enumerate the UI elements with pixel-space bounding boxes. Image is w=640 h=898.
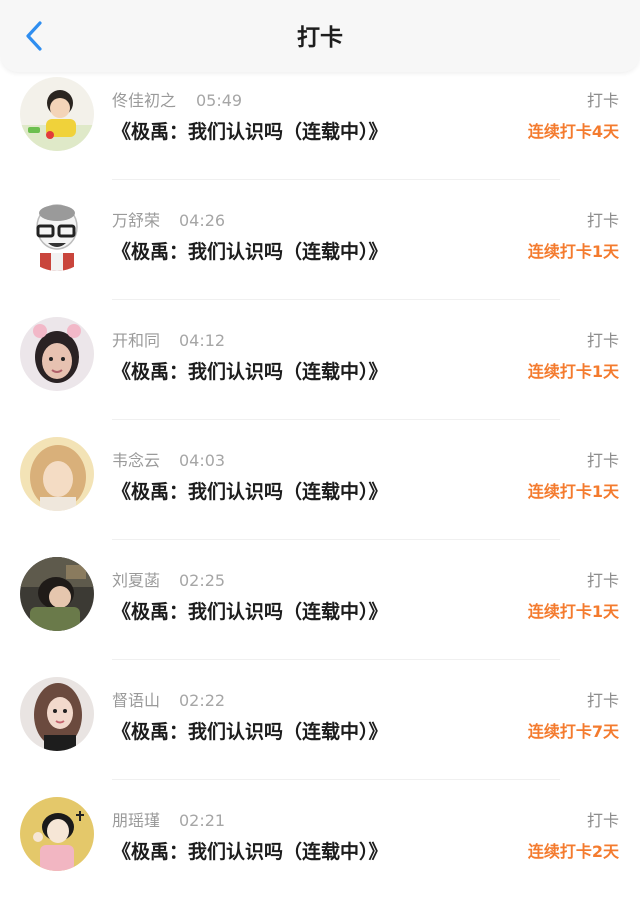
- action-label: 打卡: [586, 331, 619, 350]
- top-nav-bar: 打卡: [0, 0, 640, 72]
- streak-label: 连续打卡2天: [527, 842, 619, 861]
- action-label: 打卡: [586, 811, 619, 830]
- user-name: 韦念云: [112, 451, 161, 470]
- action-label: 打卡: [586, 571, 619, 590]
- user-name: 刘夏菡: [112, 571, 161, 590]
- book-title[interactable]: 《极禹：我们认识吗（连载中）》: [112, 598, 388, 626]
- action-label: 打卡: [586, 691, 619, 710]
- avatar[interactable]: [20, 77, 94, 151]
- checkin-time: 02:25: [179, 571, 226, 590]
- book-title[interactable]: 《极禹：我们认识吗（连载中）》: [112, 718, 388, 746]
- book-title[interactable]: 《极禹：我们认识吗（连载中）》: [112, 478, 388, 506]
- checkin-page: 打卡 佟佳初之 05:49 《极禹：我们认识吗（连载中）》 打卡 连续打卡4天: [0, 0, 640, 898]
- action-label: 打卡: [586, 451, 619, 470]
- streak-label: 连续打卡1天: [527, 482, 619, 501]
- action-label: 打卡: [586, 91, 619, 110]
- checkin-time: 04:12: [179, 331, 226, 350]
- book-title[interactable]: 《极禹：我们认识吗（连载中）》: [112, 838, 388, 866]
- user-name: 督语山: [112, 691, 161, 710]
- page-title: 打卡: [297, 25, 343, 51]
- checkin-time: 02:21: [179, 811, 226, 830]
- checkin-time: 04:26: [179, 211, 226, 230]
- checkin-time: 05:49: [196, 91, 243, 110]
- book-title[interactable]: 《极禹：我们认识吗（连载中）》: [112, 118, 388, 146]
- checkin-list: 佟佳初之 05:49 《极禹：我们认识吗（连载中）》 打卡 连续打卡4天 万舒荣…: [0, 60, 640, 898]
- list-item[interactable]: 刘夏菡 02:25 《极禹：我们认识吗（连载中）》 打卡 连续打卡1天: [0, 540, 640, 660]
- checkin-time: 02:22: [179, 691, 226, 710]
- avatar[interactable]: [20, 197, 94, 271]
- user-name: 佟佳初之: [112, 91, 177, 110]
- avatar[interactable]: [20, 317, 94, 391]
- streak-label: 连续打卡7天: [527, 722, 619, 741]
- user-name: 朋瑶瑾: [112, 811, 161, 830]
- streak-label: 连续打卡1天: [527, 242, 619, 261]
- list-item[interactable]: 朋瑶瑾 02:21 《极禹：我们认识吗（连载中）》 打卡 连续打卡2天: [0, 780, 640, 898]
- book-title[interactable]: 《极禹：我们认识吗（连载中）》: [112, 238, 388, 266]
- checkin-time: 04:03: [179, 451, 226, 470]
- avatar[interactable]: [20, 797, 94, 871]
- list-item[interactable]: 万舒荣 04:26 《极禹：我们认识吗（连载中）》 打卡 连续打卡1天: [0, 180, 640, 300]
- user-name: 开和同: [112, 331, 161, 350]
- user-name: 万舒荣: [112, 211, 161, 230]
- streak-label: 连续打卡4天: [527, 122, 619, 141]
- streak-label: 连续打卡1天: [527, 602, 619, 621]
- list-item[interactable]: 韦念云 04:03 《极禹：我们认识吗（连载中）》 打卡 连续打卡1天: [0, 420, 640, 540]
- list-item[interactable]: 佟佳初之 05:49 《极禹：我们认识吗（连载中）》 打卡 连续打卡4天: [0, 60, 640, 180]
- book-title[interactable]: 《极禹：我们认识吗（连载中）》: [112, 358, 388, 386]
- list-item[interactable]: 开和同 04:12 《极禹：我们认识吗（连载中）》 打卡 连续打卡1天: [0, 300, 640, 420]
- avatar[interactable]: [20, 557, 94, 631]
- avatar[interactable]: [20, 437, 94, 511]
- action-label: 打卡: [586, 211, 619, 230]
- avatar[interactable]: [20, 677, 94, 751]
- streak-label: 连续打卡1天: [527, 362, 619, 381]
- list-item[interactable]: 督语山 02:22 《极禹：我们认识吗（连载中）》 打卡 连续打卡7天: [0, 660, 640, 780]
